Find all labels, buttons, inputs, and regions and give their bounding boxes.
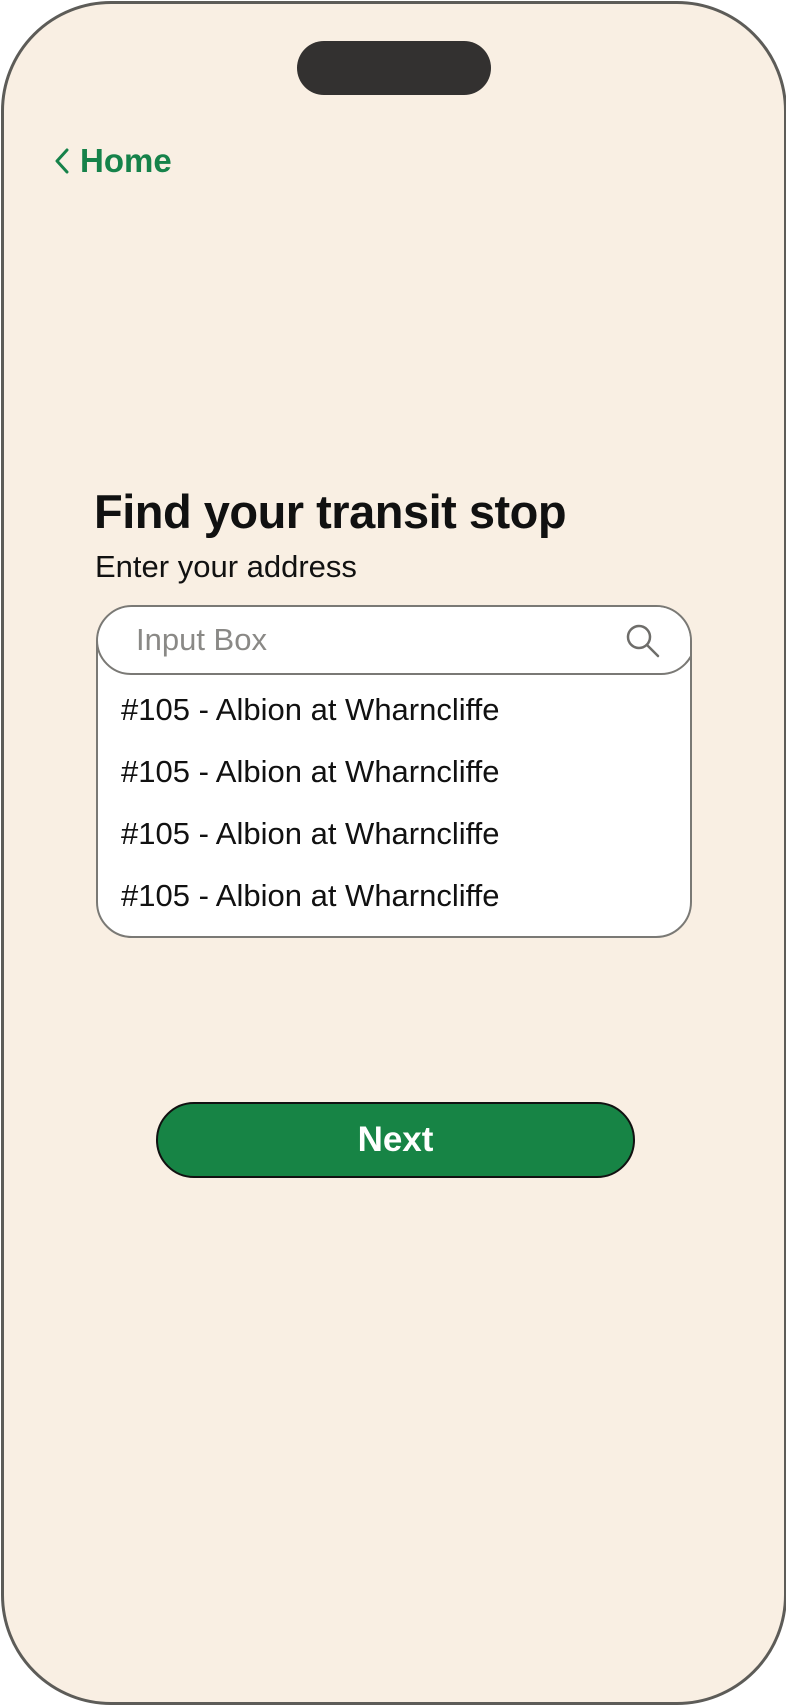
suggestion-item[interactable]: #105 - Albion at Wharncliffe [98,741,690,803]
search-icon[interactable] [625,623,661,659]
phone-frame: Home Find your transit stop Enter your a… [1,1,786,1705]
suggestion-item[interactable]: #105 - Albion at Wharncliffe [98,803,690,865]
page-title: Find your transit stop [94,485,567,538]
chevron-left-icon [55,148,69,174]
search-input[interactable] [136,617,606,663]
back-home-label: Home [80,142,172,179]
dynamic-island [297,41,491,95]
address-autocomplete: #105 - Albion at Wharncliffe #105 - Albi… [96,605,692,938]
next-button[interactable]: Next [156,1102,635,1178]
page-subtitle: Enter your address [95,549,357,584]
suggestion-item[interactable]: #105 - Albion at Wharncliffe [98,865,690,927]
search-box[interactable] [98,607,690,675]
suggestion-list: #105 - Albion at Wharncliffe #105 - Albi… [98,679,690,927]
suggestion-item[interactable]: #105 - Albion at Wharncliffe [98,679,690,741]
back-home-link[interactable]: Home [54,142,172,180]
